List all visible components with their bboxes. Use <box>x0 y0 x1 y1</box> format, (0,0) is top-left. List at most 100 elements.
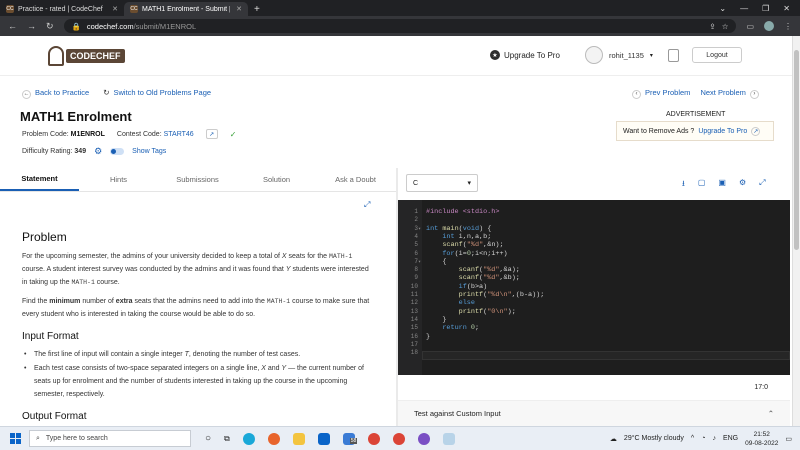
restore-icon[interactable]: ❐ <box>762 4 769 13</box>
chevron-down-icon: ▾ <box>467 180 471 187</box>
firefox-icon[interactable] <box>267 432 280 445</box>
clock[interactable]: 21:52 09-08-2022 <box>745 430 778 448</box>
code-line: int main(void) { <box>426 224 492 233</box>
notes-icon[interactable] <box>668 49 679 62</box>
external-link-icon[interactable]: ↗ <box>205 129 218 139</box>
chevron-up-icon: ⌃ <box>767 409 774 418</box>
dropbox-icon[interactable] <box>317 432 330 445</box>
mail-icon[interactable]: 58 <box>342 432 358 445</box>
tab-hints[interactable]: Hints <box>79 168 158 191</box>
ad-upgrade-link[interactable]: Upgrade To Pro <box>698 128 747 135</box>
comment-icon[interactable]: ▢ <box>698 178 706 192</box>
search-icon: ⌕ <box>36 434 40 442</box>
new-tab-plus-icon[interactable]: + <box>248 2 266 16</box>
tab-search-chevron-icon[interactable]: ⌄ <box>719 4 726 13</box>
line-number: 9 <box>414 274 418 282</box>
line-number: 18 <box>410 349 418 357</box>
settings-gear-icon[interactable]: ⚙ <box>739 178 746 192</box>
close-icon[interactable]: ✕ <box>236 5 242 13</box>
upgrade-to-pro-button[interactable]: ★ Upgrade To Pro <box>490 50 560 60</box>
code-editor[interactable]: 1 2 3 ▾ 4 5 6 7 ▾ 8 9 10 11 12 13 14 15 16 17 18 #include <… <box>398 200 790 375</box>
forward-arrow-icon[interactable]: → <box>27 21 36 31</box>
network-icon[interactable]: ◔ <box>701 435 705 442</box>
chrome-profile-icon[interactable] <box>392 432 405 445</box>
side-panel-icon[interactable]: ▭ <box>746 22 754 31</box>
profile-avatar-icon[interactable] <box>764 21 774 31</box>
fold-arrow-icon[interactable]: ▾ <box>418 259 421 265</box>
back-to-practice-link[interactable]: ← Back to Practice <box>22 88 89 99</box>
windows-start-icon[interactable] <box>10 433 21 444</box>
line-gutter: 1 2 3 ▾ 4 5 6 7 ▾ 8 9 10 11 12 13 14 15 16 17 18 <box>398 200 422 375</box>
next-problem-button[interactable]: Next Problem › <box>700 88 759 99</box>
settings-gear-icon[interactable]: ⚙ <box>94 146 102 157</box>
paint-icon[interactable] <box>442 432 455 445</box>
tab-title: Practice - rated | CodeChef <box>18 5 103 13</box>
difficulty-info: Difficulty Rating: 349 <box>22 148 86 155</box>
editor-toolbar: C ▾ ⭳ ▢ ▣ ⚙ ⤢ <box>398 168 792 200</box>
share-icon[interactable]: ⇪ <box>709 22 715 31</box>
show-tags-toggle[interactable] <box>110 148 125 155</box>
tab-title: MATH1 Enrolment - Submit | CodeChef <box>142 5 230 13</box>
chrome-profile-2-icon[interactable] <box>417 432 430 445</box>
minimize-icon[interactable]: — <box>740 4 748 13</box>
ad-label: ADVERTISEMENT <box>666 111 726 118</box>
editor-status-bar: 17:0 <box>398 375 790 401</box>
prev-problem-button[interactable]: ‹ Prev Problem <box>632 88 690 99</box>
save-icon[interactable]: ▣ <box>718 178 726 192</box>
custom-input-toggle[interactable]: Test against Custom Input ⌃ <box>398 401 790 426</box>
line-number: 17 <box>410 340 418 348</box>
codechef-logo[interactable]: CODECHEF <box>48 44 125 68</box>
taskbar-search-input[interactable]: ⌕ Type here to search <box>29 430 191 447</box>
url-input[interactable]: 🔒 codechef.com/submit/M1ENROL ⇪ ☆ <box>63 19 737 33</box>
close-icon[interactable]: ✕ <box>112 5 118 13</box>
menu-kebab-icon[interactable]: ⋮ <box>784 22 792 31</box>
language-indicator[interactable]: ENG <box>723 435 738 442</box>
switch-old-page-link[interactable]: ↻ Switch to Old Problems Page <box>103 88 211 99</box>
back-arrow-icon[interactable]: ← <box>8 21 17 31</box>
prev-label: Prev Problem <box>645 88 691 97</box>
custom-input-label: Test against Custom Input <box>414 409 501 418</box>
close-window-icon[interactable]: ✕ <box>783 4 790 13</box>
line-number: 12 <box>410 299 418 307</box>
download-icon[interactable]: ⭳ <box>682 178 685 192</box>
browser-tab-practice[interactable]: CC Practice - rated | CodeChef ✕ <box>0 2 124 16</box>
chrome-icon[interactable] <box>367 432 380 445</box>
file-explorer-icon[interactable] <box>292 432 305 445</box>
user-avatar <box>585 46 603 64</box>
input-format-heading: Input Format <box>22 331 79 342</box>
reload-icon[interactable]: ↻ <box>46 21 54 32</box>
text-span: , denoting the number of test cases. <box>188 351 301 358</box>
language-select[interactable]: C ▾ <box>406 174 478 192</box>
text-span: The first line of input will contain a s… <box>34 351 185 358</box>
bookmark-star-icon[interactable]: ☆ <box>722 22 729 31</box>
tray-chevron-up-icon[interactable]: ^ <box>691 435 694 442</box>
task-view-icon[interactable]: ⧉ <box>224 434 230 444</box>
expand-icon[interactable]: ⤢ <box>364 200 370 210</box>
page-scrollbar[interactable] <box>792 36 800 426</box>
window-controls: ⌄ — ❐ ✕ <box>709 0 800 16</box>
fullscreen-icon[interactable]: ⤢ <box>759 178 765 192</box>
tab-statement[interactable]: Statement <box>0 168 79 191</box>
fold-arrow-icon[interactable]: ▾ <box>418 226 421 232</box>
weather-text[interactable]: 29°C Mostly cloudy <box>624 435 684 442</box>
current-line-highlight <box>422 351 790 360</box>
bold-text: extra <box>115 298 133 305</box>
logout-button[interactable]: Logout <box>692 47 742 63</box>
notification-icon[interactable]: ▭ <box>785 435 792 443</box>
browser-tab-submit[interactable]: CC MATH1 Enrolment - Submit | CodeChef ✕ <box>124 2 248 16</box>
cortana-icon[interactable]: ○ <box>205 433 211 444</box>
line-number: 7 <box>414 257 418 265</box>
tab-submissions[interactable]: Submissions <box>158 168 237 191</box>
user-menu[interactable]: rohit_1135 ▾ <box>585 46 653 64</box>
line-number: 8 <box>414 266 418 274</box>
contest-code-link[interactable]: START46 <box>164 131 194 138</box>
edge-icon[interactable] <box>242 432 255 445</box>
scrollbar-thumb[interactable] <box>794 50 799 250</box>
weather-cloud-icon[interactable]: ☁ <box>610 435 617 443</box>
line-number: 6 <box>414 249 418 257</box>
tab-ask-a-doubt[interactable]: Ask a Doubt <box>316 168 395 191</box>
code-line: return 0; <box>442 324 480 333</box>
url-path: /submit/M1ENROL <box>133 21 197 31</box>
tab-solution[interactable]: Solution <box>237 168 316 191</box>
volume-icon[interactable]: ♪ <box>712 435 716 442</box>
